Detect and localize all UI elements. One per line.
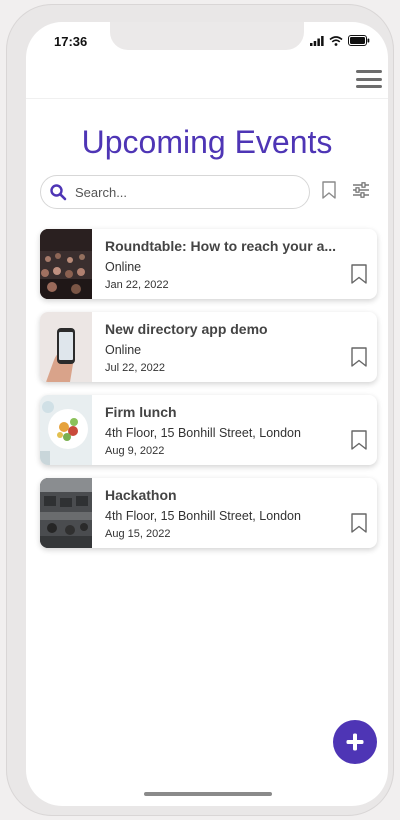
- event-thumbnail: [40, 478, 92, 548]
- event-card[interactable]: New directory app demo Online Jul 22, 20…: [40, 312, 377, 382]
- battery-icon: [348, 35, 370, 46]
- phone-frame: 17:36 Upcoming Events Search... Roundtab…: [6, 4, 394, 816]
- bookmark-icon[interactable]: [351, 513, 367, 533]
- home-indicator: [144, 792, 272, 796]
- event-title: New directory app demo: [105, 321, 268, 337]
- search-input[interactable]: [73, 183, 297, 201]
- bookmark-filter-icon[interactable]: [322, 181, 336, 199]
- notch: [110, 22, 304, 50]
- add-event-button[interactable]: [333, 720, 377, 764]
- event-location: Online: [105, 343, 142, 357]
- event-card[interactable]: Hackathon 4th Floor, 15 Bonhill Street, …: [40, 478, 377, 548]
- event-title: Firm lunch: [105, 404, 177, 420]
- event-title: Hackathon: [105, 487, 177, 503]
- event-title: Roundtable: How to reach your a...: [105, 238, 337, 254]
- bookmark-icon[interactable]: [351, 430, 367, 450]
- page-title: Upcoming Events: [81, 124, 333, 160]
- menu-icon[interactable]: [356, 70, 382, 88]
- plus-icon: [346, 733, 364, 751]
- event-date: Jan 22, 2022: [105, 279, 169, 291]
- wifi-icon: [329, 35, 343, 46]
- bookmark-icon[interactable]: [351, 264, 367, 284]
- event-list: Roundtable: How to reach your a... Onlin…: [40, 229, 377, 561]
- event-card[interactable]: Roundtable: How to reach your a... Onlin…: [40, 229, 377, 299]
- event-location: 4th Floor, 15 Bonhill Street, London: [105, 509, 301, 523]
- status-icons: [310, 35, 370, 46]
- event-date: Aug 9, 2022: [105, 445, 165, 457]
- bookmark-icon[interactable]: [351, 347, 367, 367]
- event-thumbnail: [40, 229, 92, 299]
- event-location: 4th Floor, 15 Bonhill Street, London: [105, 426, 301, 440]
- status-time: 17:36: [54, 34, 88, 49]
- header-divider: [26, 98, 388, 99]
- event-thumbnail: [40, 395, 92, 465]
- event-date: Jul 22, 2022: [105, 362, 165, 374]
- event-date: Aug 15, 2022: [105, 528, 171, 540]
- event-location: Online: [105, 260, 142, 274]
- search-icon: [50, 184, 67, 201]
- filter-sliders-icon[interactable]: [352, 182, 370, 198]
- event-thumbnail: [40, 312, 92, 382]
- app-screen: 17:36 Upcoming Events Search... Roundtab…: [26, 22, 388, 806]
- search-bar[interactable]: [40, 175, 310, 209]
- event-card[interactable]: Firm lunch 4th Floor, 15 Bonhill Street,…: [40, 395, 377, 465]
- signal-icon: [310, 35, 324, 46]
